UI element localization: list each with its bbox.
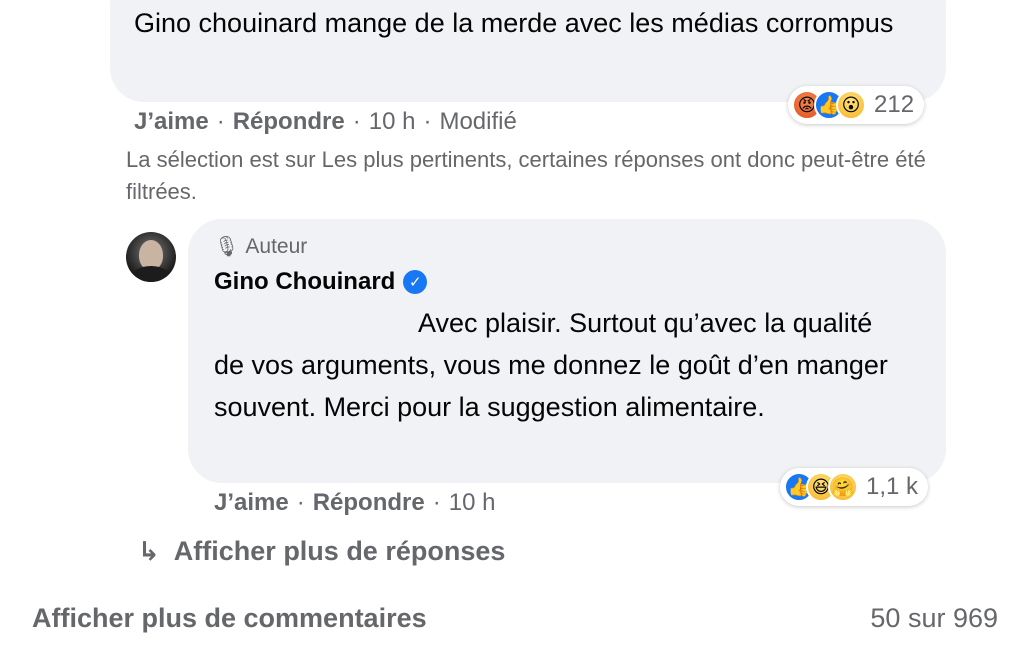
more-replies-label[interactable]: Afficher plus de réponses <box>174 536 506 567</box>
author-name-link[interactable]: Gino Chouinard <box>214 268 395 296</box>
reactions-count: 1,1 k <box>866 473 919 500</box>
verified-badge-icon: ✓ <box>403 270 428 294</box>
wow-icon: 😮 <box>836 90 866 120</box>
comment-count: 50 sur 969 <box>870 603 998 633</box>
timestamp[interactable]: 10 h <box>449 489 496 517</box>
like-link[interactable]: J’aime <box>214 489 289 517</box>
separator-dot: · <box>352 108 361 135</box>
avatar[interactable] <box>126 232 176 282</box>
reply-arrow-icon: ↳ <box>138 536 160 566</box>
timestamp[interactable]: 10 h <box>369 108 416 136</box>
more-replies-link[interactable]: ↳ Afficher plus de réponses <box>138 536 505 567</box>
reactions-summary[interactable]: 👍 😆 🤗 1,1 k <box>780 468 929 506</box>
separator-dot: · <box>432 489 441 516</box>
author-badge: 🎙 Auteur <box>214 234 307 259</box>
reply-actions: J’aime · Répondre · 10 h <box>214 489 495 517</box>
comment-actions: J’aime · Répondre · 10 h · Modifié <box>134 108 517 136</box>
more-comments-link[interactable]: Afficher plus de commentaires <box>32 603 427 634</box>
microphone-icon: 🎙 <box>214 236 240 258</box>
care-icon: 🤗 <box>828 472 858 502</box>
reply-link[interactable]: Répondre <box>313 489 425 517</box>
comments-thread: Gino chouinard mange de la merde avec le… <box>0 0 1024 667</box>
separator-dot: · <box>296 489 305 516</box>
reactions-summary[interactable]: 😡 👍 😮 212 <box>788 86 925 124</box>
comment-text: Gino chouinard mange de la merde avec le… <box>134 8 894 38</box>
edited-label[interactable]: Modifié <box>439 108 516 136</box>
like-link[interactable]: J’aime <box>134 108 209 136</box>
filter-notice: La sélection est sur Les plus pertinents… <box>126 147 926 204</box>
reply-link[interactable]: Répondre <box>233 108 345 136</box>
reactions-count: 212 <box>874 91 915 118</box>
reply-text: Avec plaisir. Surtout qu’avec la qualité… <box>214 308 888 422</box>
reply-author: Gino Chouinard ✓ <box>214 268 428 296</box>
separator-dot: · <box>216 108 225 135</box>
separator-dot: · <box>423 108 432 135</box>
author-badge-label: Auteur <box>245 234 308 258</box>
